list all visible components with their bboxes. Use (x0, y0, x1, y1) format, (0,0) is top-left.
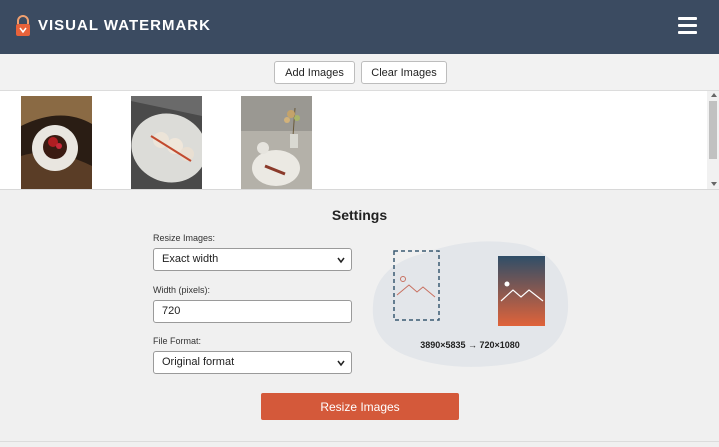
chevron-down-icon (337, 257, 345, 264)
scroll-down-icon[interactable] (711, 182, 717, 186)
resize-images-button[interactable]: Resize Images (261, 393, 459, 420)
file-format-value: Original format (162, 356, 235, 368)
file-format-label: File Format: (153, 336, 202, 346)
width-input[interactable]: 720 (153, 300, 352, 323)
toolbar: Add Images Clear Images (0, 54, 719, 91)
lock-icon (16, 15, 30, 36)
scroll-up-icon[interactable] (711, 93, 717, 97)
settings-title: Settings (331, 207, 388, 223)
resize-mode-value: Exact width (162, 253, 219, 265)
scrollbar-thumb[interactable] (709, 101, 717, 159)
thumbnail-pastry-plate[interactable] (131, 96, 202, 189)
bottom-divider (0, 441, 719, 442)
gallery-scrollbar[interactable] (707, 91, 719, 189)
dimensions-text: 3890×5835 → 720×1080 (420, 340, 520, 350)
width-value: 720 (162, 305, 181, 317)
thumbnail-dessert-flowers[interactable] (241, 96, 312, 189)
width-label: Width (pixels): (153, 285, 211, 295)
app-title: VISUAL WATERMARK (38, 17, 211, 34)
thumbnail-chocolate-cake[interactable] (21, 96, 92, 189)
add-images-button[interactable]: Add Images (274, 61, 355, 84)
chevron-down-icon (337, 360, 345, 367)
app-header: VISUAL WATERMARK (0, 0, 719, 54)
hamburger-menu-icon[interactable] (678, 17, 700, 35)
resize-mode-select[interactable]: Exact width (153, 248, 352, 271)
resize-images-label: Resize Images: (153, 233, 216, 243)
clear-images-button[interactable]: Clear Images (361, 61, 447, 84)
image-gallery (0, 91, 719, 190)
file-format-select[interactable]: Original format (153, 351, 352, 374)
